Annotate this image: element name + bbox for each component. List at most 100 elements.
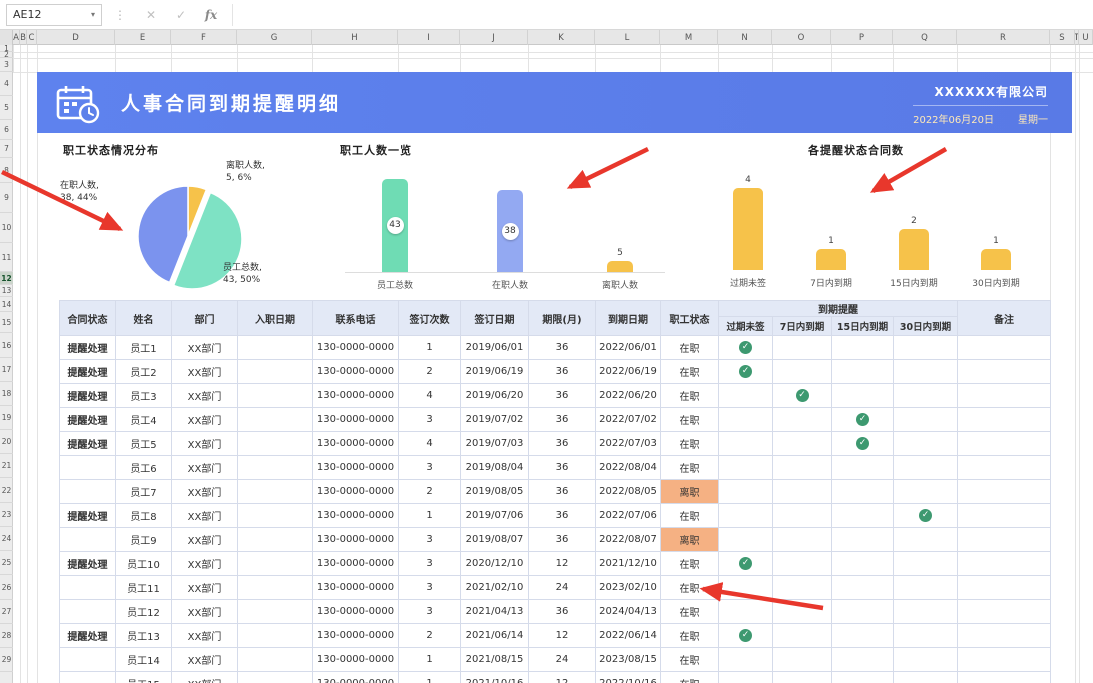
cell-sign-date[interactable]: 2019/06/19 <box>460 359 529 384</box>
cell-state[interactable]: 离职 <box>660 479 719 504</box>
cell-reminder-2[interactable] <box>831 551 894 576</box>
cell-term[interactable]: 12 <box>528 551 596 576</box>
cell-contract-status[interactable] <box>59 455 116 480</box>
row-header-17[interactable]: 17 <box>0 358 13 382</box>
cell-phone[interactable]: 130-0000-0000 <box>312 383 399 408</box>
cell-reminder-0[interactable]: ✓ <box>718 335 773 360</box>
cell-reminder-1[interactable]: ✓ <box>772 383 832 408</box>
cell-dept[interactable]: XX部门 <box>171 503 238 528</box>
row-header-7[interactable]: 7 <box>0 140 13 158</box>
cell-state[interactable]: 在职 <box>660 335 719 360</box>
cell-term[interactable]: 12 <box>528 671 596 683</box>
col-header-state[interactable]: 职工状态 <box>660 300 719 336</box>
cell-term[interactable]: 36 <box>528 407 596 432</box>
cell-expire-date[interactable]: 2021/12/10 <box>595 551 661 576</box>
row-header-25[interactable]: 25 <box>0 551 13 575</box>
column-header-C[interactable]: C <box>27 30 37 45</box>
cell-sign-count[interactable]: 3 <box>398 407 461 432</box>
row-header-4[interactable]: 4 <box>0 72 13 96</box>
cell-reminder-2[interactable] <box>831 575 894 600</box>
cell-reminder-0[interactable] <box>718 431 773 456</box>
cell-reminder-2[interactable] <box>831 479 894 504</box>
cell-reminder-0[interactable] <box>718 479 773 504</box>
cell-expire-date[interactable]: 2024/04/13 <box>595 599 661 624</box>
column-header-B[interactable]: B <box>20 30 27 45</box>
cell-name[interactable]: 员工7 <box>115 479 172 504</box>
cell-notes[interactable] <box>957 335 1051 360</box>
cell-state[interactable]: 在职 <box>660 383 719 408</box>
column-header-Q[interactable]: Q <box>893 30 957 45</box>
cell-reminder-2[interactable] <box>831 599 894 624</box>
cell-contract-status[interactable]: 提醒处理 <box>59 503 116 528</box>
cell-phone[interactable]: 130-0000-0000 <box>312 407 399 432</box>
cell-term[interactable]: 36 <box>528 383 596 408</box>
cell-term[interactable]: 36 <box>528 455 596 480</box>
cell-reminder-2[interactable] <box>831 647 894 672</box>
cell-sign-count[interactable]: 3 <box>398 551 461 576</box>
cell-join-date[interactable] <box>237 527 313 552</box>
cell-dept[interactable]: XX部门 <box>171 527 238 552</box>
cell-phone[interactable]: 130-0000-0000 <box>312 551 399 576</box>
cell-reminder-1[interactable] <box>772 479 832 504</box>
cell-sign-count[interactable]: 3 <box>398 599 461 624</box>
cell-sign-count[interactable]: 2 <box>398 359 461 384</box>
column-header-H[interactable]: H <box>312 30 398 45</box>
cell-sign-date[interactable]: 2019/06/01 <box>460 335 529 360</box>
column-header-K[interactable]: K <box>528 30 595 45</box>
cell-phone[interactable]: 130-0000-0000 <box>312 647 399 672</box>
cell-reminder-3[interactable] <box>893 431 958 456</box>
cell-notes[interactable] <box>957 671 1051 683</box>
cell-contract-status[interactable] <box>59 527 116 552</box>
cell-join-date[interactable] <box>237 575 313 600</box>
cell-dept[interactable]: XX部门 <box>171 599 238 624</box>
cell-reminder-0[interactable] <box>718 527 773 552</box>
cell-reminder-1[interactable] <box>772 647 832 672</box>
cell-contract-status[interactable] <box>59 599 116 624</box>
column-header-R[interactable]: R <box>957 30 1050 45</box>
cell-state[interactable]: 在职 <box>660 503 719 528</box>
cell-contract-status[interactable]: 提醒处理 <box>59 431 116 456</box>
cell-name[interactable]: 员工5 <box>115 431 172 456</box>
col-header-sign-date[interactable]: 签订日期 <box>460 300 529 336</box>
cell-join-date[interactable] <box>237 431 313 456</box>
cell-term[interactable]: 36 <box>528 359 596 384</box>
cell-name[interactable]: 员工15 <box>115 671 172 683</box>
cell-notes[interactable] <box>957 431 1051 456</box>
cell-reminder-1[interactable] <box>772 359 832 384</box>
cell-phone[interactable]: 130-0000-0000 <box>312 599 399 624</box>
column-header-G[interactable]: G <box>237 30 312 45</box>
cell-reminder-3[interactable] <box>893 647 958 672</box>
row-header-13[interactable]: 13 <box>0 285 13 297</box>
cell-sign-count[interactable]: 1 <box>398 335 461 360</box>
cell-join-date[interactable] <box>237 647 313 672</box>
headcount-bar-chart[interactable]: 职工人数一览 43 员工总数 38 在职人数 5 离职人数 <box>340 140 670 298</box>
row-header-8[interactable]: 8 <box>0 158 13 183</box>
cell-term[interactable]: 12 <box>528 623 596 648</box>
row-header-10[interactable]: 10 <box>0 213 13 243</box>
cell-expire-date[interactable]: 2022/08/05 <box>595 479 661 504</box>
cell-reminder-3[interactable] <box>893 359 958 384</box>
cell-expire-date[interactable]: 2022/06/14 <box>595 623 661 648</box>
cell-reminder-0[interactable] <box>718 407 773 432</box>
column-header-M[interactable]: M <box>660 30 718 45</box>
cell-sign-date[interactable]: 2019/08/05 <box>460 479 529 504</box>
cell-contract-status[interactable] <box>59 671 116 683</box>
cell-notes[interactable] <box>957 551 1051 576</box>
insert-function-icon[interactable]: fx <box>196 8 226 22</box>
row-header-5[interactable]: 5 <box>0 96 13 120</box>
cell-phone[interactable]: 130-0000-0000 <box>312 623 399 648</box>
cell-state[interactable]: 在职 <box>660 623 719 648</box>
status-pie-chart[interactable]: 职工状态情况分布 在职人数, 38, 44% 离职人数, 5, 6% 员工总数, 43… <box>40 140 340 298</box>
cell-contract-status[interactable]: 提醒处理 <box>59 383 116 408</box>
cell-dept[interactable]: XX部门 <box>171 671 238 683</box>
cell-join-date[interactable] <box>237 407 313 432</box>
column-header-D[interactable]: D <box>37 30 115 45</box>
cell-reminder-3[interactable] <box>893 335 958 360</box>
cell-reminder-1[interactable] <box>772 431 832 456</box>
col-header-reminder-15d[interactable]: 15日内到期 <box>831 316 894 336</box>
cell-name[interactable]: 员工2 <box>115 359 172 384</box>
cell-state[interactable]: 在职 <box>660 551 719 576</box>
cell-reminder-2[interactable] <box>831 527 894 552</box>
cell-contract-status[interactable] <box>59 647 116 672</box>
cell-state[interactable]: 在职 <box>660 647 719 672</box>
